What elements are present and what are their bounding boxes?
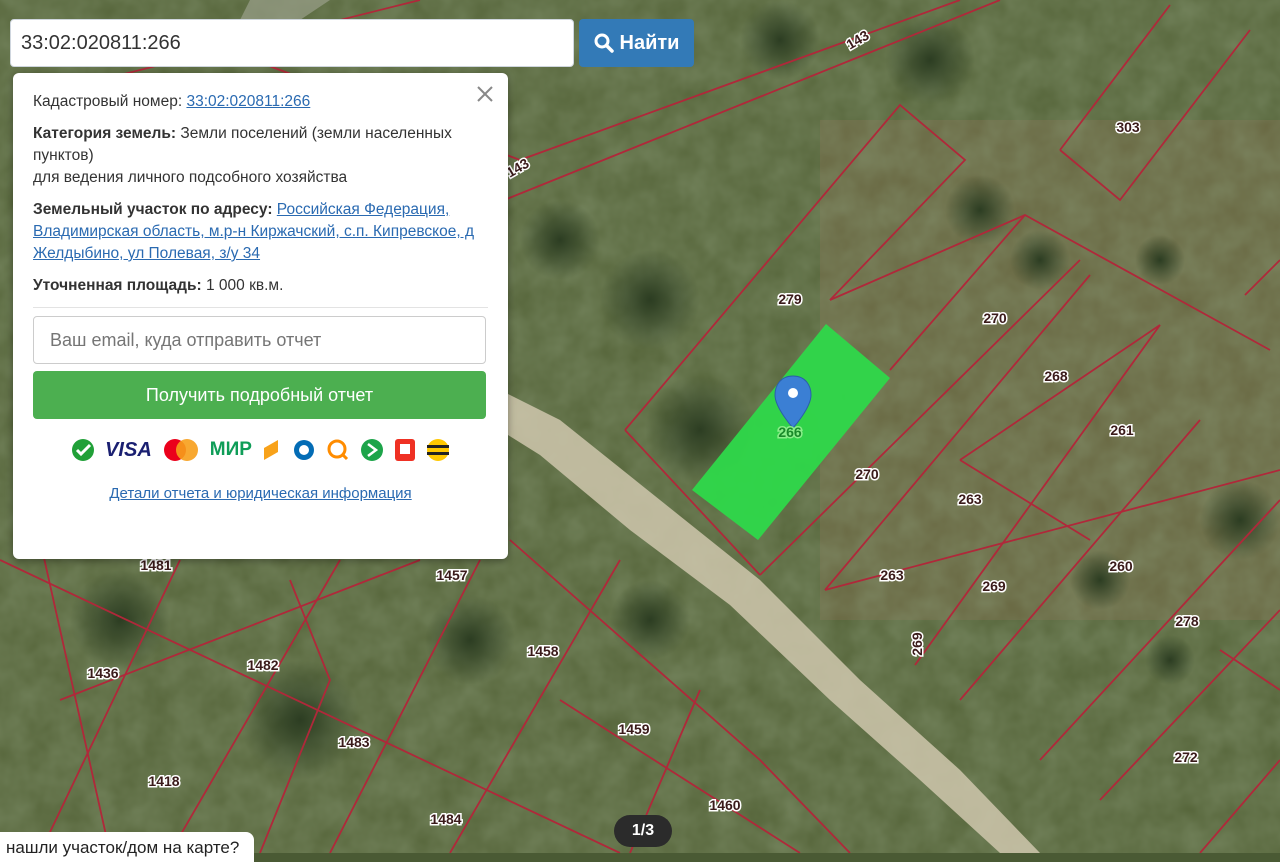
parcel-label: 261 bbox=[1110, 422, 1134, 438]
image-pager: 1/3 bbox=[614, 815, 672, 847]
parcel-label: 1482 bbox=[247, 657, 278, 673]
parcel-label: 1457 bbox=[436, 567, 467, 583]
parcel-label: 266 bbox=[778, 424, 802, 440]
parcel-label: 268 bbox=[1044, 368, 1068, 384]
parcel-label: 1460 bbox=[709, 797, 740, 813]
parcel-label: 1483 bbox=[338, 734, 369, 750]
close-icon[interactable] bbox=[474, 83, 496, 105]
parcel-label: 269 bbox=[982, 578, 1006, 594]
parcel-label: 278 bbox=[1175, 613, 1199, 629]
parcel-label: 279 bbox=[778, 291, 802, 307]
address-row: Земельный участок по адресу: Российская … bbox=[33, 199, 488, 265]
alfa-icon bbox=[394, 439, 415, 461]
report-details-link[interactable]: Детали отчета и юридическая информация bbox=[33, 483, 488, 505]
category-label: Категория земель: bbox=[33, 125, 177, 142]
parcel-label: 1459 bbox=[618, 721, 649, 737]
payment-methods: VISA МИР bbox=[33, 435, 488, 465]
found-on-map-banner[interactable]: нашли участок/дом на карте? bbox=[0, 832, 254, 862]
webmoney-icon bbox=[293, 440, 314, 460]
address-label: Земельный участок по адресу: bbox=[33, 201, 273, 218]
parcel-label: 303 bbox=[1116, 119, 1140, 135]
area-value: 1 000 кв.м. bbox=[206, 277, 284, 294]
search-button-label: Найти bbox=[619, 31, 680, 54]
yandex-money-icon bbox=[263, 440, 278, 460]
cadastral-search-input[interactable] bbox=[10, 19, 574, 67]
parcel-label: 263 bbox=[880, 567, 904, 583]
divider bbox=[33, 307, 488, 308]
beeline-icon bbox=[426, 439, 449, 461]
parcel-label: 1484 bbox=[430, 811, 461, 827]
get-report-button[interactable]: Получить подробный отчет bbox=[33, 371, 486, 419]
parcel-label: 269 bbox=[909, 632, 925, 656]
cadastral-number-link[interactable]: 33:02:020811:266 bbox=[186, 93, 310, 110]
search-icon bbox=[594, 33, 614, 53]
parcel-label: 270 bbox=[983, 310, 1007, 326]
category-row: Категория земель: Земли поселений (земли… bbox=[33, 123, 488, 189]
mastercard-icon bbox=[163, 439, 198, 461]
sberbank-icon bbox=[72, 439, 95, 461]
area-label: Уточненная площадь: bbox=[33, 277, 202, 294]
cadastral-label: Кадастровый номер: bbox=[33, 93, 183, 110]
area-row: Уточненная площадь: 1 000 кв.м. bbox=[33, 275, 488, 297]
parcel-label: 263 bbox=[958, 491, 982, 507]
parcel-label: 270 bbox=[855, 466, 879, 482]
mir-icon: МИР bbox=[209, 439, 252, 460]
visa-icon: VISA bbox=[105, 439, 152, 461]
category-use: для ведения личного подсобного хозяйства bbox=[33, 169, 348, 186]
parcel-info-popup: Кадастровый номер: 33:02:020811:266 Кате… bbox=[13, 73, 508, 559]
email-input[interactable] bbox=[33, 316, 486, 364]
parcel-label: 1436 bbox=[87, 665, 118, 681]
parcel-label: 1458 bbox=[527, 643, 558, 659]
parcel-label: 1481 bbox=[140, 557, 171, 573]
qiwi-icon bbox=[327, 439, 348, 461]
sbp-icon bbox=[360, 439, 383, 461]
search-button[interactable]: Найти bbox=[579, 19, 694, 67]
parcel-label: 260 bbox=[1109, 558, 1133, 574]
parcel-label: 272 bbox=[1174, 749, 1198, 765]
parcel-label: 1418 bbox=[148, 773, 179, 789]
cadastral-row: Кадастровый номер: 33:02:020811:266 bbox=[33, 91, 488, 113]
